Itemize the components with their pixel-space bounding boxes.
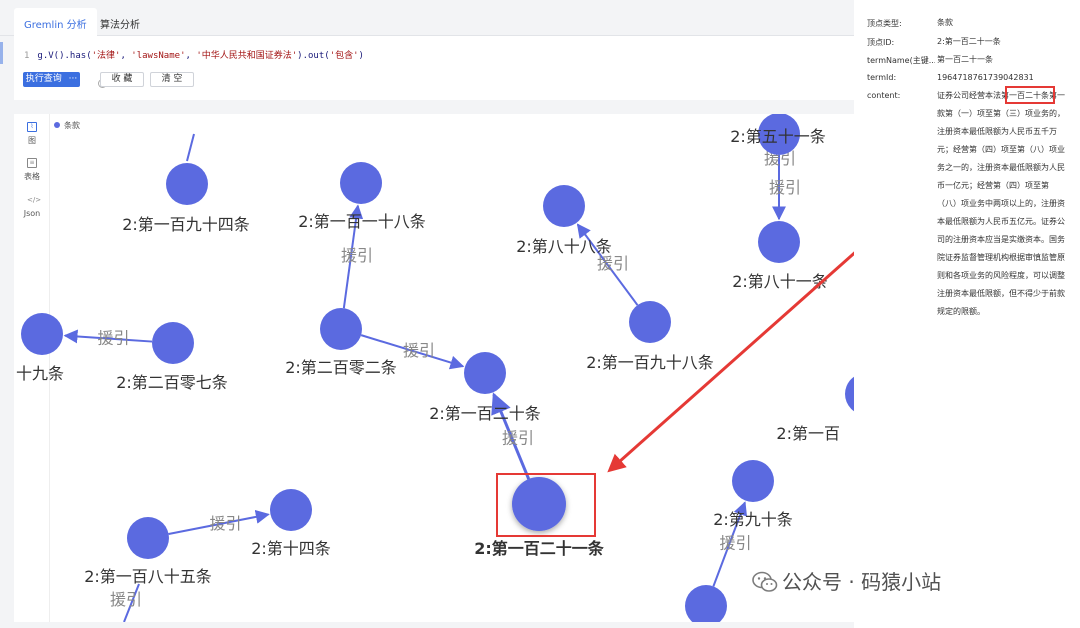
- graph-edge[interactable]: [186, 133, 195, 162]
- detail-label: termId:: [867, 73, 897, 82]
- node-label: 2:第一百八十五条: [84, 567, 212, 586]
- query-editor[interactable]: 1 g.V().has('法律', 'lawsName', '中华人民共和国证券法…: [24, 48, 364, 61]
- detail-value: 第一百二十一条: [937, 55, 993, 64]
- tab-algorithm[interactable]: 算法分析: [90, 8, 150, 36]
- edge-label: 援引: [403, 341, 435, 360]
- query-editor-card: 1 g.V().has('法律', 'lawsName', '中华人民共和国证券法…: [14, 36, 854, 100]
- graph-node-n120[interactable]: [464, 352, 506, 394]
- query-token: ).out(: [297, 51, 330, 61]
- content-highlight-box: [1005, 86, 1055, 104]
- query-token: 'lawsName': [131, 51, 186, 61]
- graph-node-n202[interactable]: [320, 308, 362, 350]
- watermark-text: 公众号 · 码猿小站: [782, 570, 942, 594]
- node-label: 2:第一百二十条: [429, 404, 541, 423]
- run-query-more-icon[interactable]: ···: [69, 74, 78, 84]
- left-strip: [0, 36, 14, 104]
- query-token: ): [358, 51, 364, 61]
- node-label: 2:第一百二十一条: [474, 539, 605, 558]
- watermark: 公众号 · 码猿小站: [752, 566, 941, 595]
- graph-node-n185[interactable]: [127, 517, 169, 559]
- tab-bar: Gremlin 分析 算法分析: [0, 0, 854, 36]
- graph-node-n121[interactable]: [512, 477, 566, 531]
- graph-node-n118[interactable]: [340, 162, 382, 204]
- graph-node-n207[interactable]: [152, 322, 194, 364]
- node-label: 2:第八十一条: [732, 272, 828, 291]
- detail-content: 证券公司经营本法第一百二十条第一款第（一）项至第（三）项业务的，注册资本最低限额…: [937, 91, 1065, 316]
- edge-label: 援引: [97, 329, 129, 348]
- graph-node-n81[interactable]: [758, 221, 800, 263]
- graph-node-n198[interactable]: [629, 301, 671, 343]
- edge-label: 援引: [209, 514, 241, 533]
- node-label: 2:第十四条: [251, 539, 331, 558]
- node-label: 2:第八十八条: [516, 237, 612, 256]
- node-label: 十九条: [16, 364, 64, 383]
- graph-node-n194[interactable]: [166, 163, 208, 205]
- edge-label: 援引: [719, 534, 751, 553]
- query-token: '中华人民共和国证券法': [196, 51, 298, 61]
- node-label: 2:第一百九十八条: [586, 353, 714, 372]
- graph-node-n90[interactable]: [732, 460, 774, 502]
- node-label: 2:第二百零二条: [285, 358, 397, 377]
- detail-value: 2:第一百二十一条: [937, 37, 1001, 46]
- run-query-label: 执行查询: [25, 74, 62, 84]
- graph-panel: ⌇ 图 ≡ 表格 </> Json 条款 援引 援引 援引 援引 援引 援引 援引 援引 援引援…: [14, 114, 854, 622]
- node-label: 2:第九十条: [713, 510, 793, 529]
- collect-button[interactable]: 收 藏: [100, 72, 144, 87]
- edge-label: 援引: [502, 429, 534, 448]
- edge-label: 援引: [597, 254, 629, 273]
- wechat-icon: [752, 571, 778, 592]
- node-label: 2:第二百零七条: [116, 373, 228, 392]
- edge-label: 援引: [110, 590, 142, 609]
- node-label: 2:第一百九十四条: [122, 215, 250, 234]
- tab-gremlin[interactable]: Gremlin 分析: [14, 8, 97, 36]
- left-strip-marker: [0, 42, 3, 64]
- line-number: 1: [24, 51, 30, 61]
- query-token: ,: [120, 51, 132, 61]
- vertex-detail-panel: 顶点类型: 条款 顶点ID: 2:第一百二十一条 termName(主键... …: [854, 0, 1080, 628]
- graph-node-n14[interactable]: [270, 489, 312, 531]
- detail-label: content:: [867, 91, 901, 100]
- graph-node-n19[interactable]: [21, 313, 63, 355]
- edge-label: 援引: [341, 246, 373, 265]
- detail-value: 条款: [937, 18, 953, 27]
- run-query-button[interactable]: 执行查询 ···: [23, 72, 80, 87]
- detail-label: 顶点类型:: [867, 19, 902, 28]
- graph-canvas[interactable]: 援引援引援引援引援引援引援引援引援引援引2:第一百九十四条 2:第一百一十八条2:…: [14, 114, 854, 622]
- clear-button[interactable]: 清 空: [150, 72, 194, 87]
- graph-node-n88[interactable]: [543, 185, 585, 227]
- node-label: 2:第一百一十八条: [298, 212, 426, 231]
- query-token: '包含': [329, 51, 359, 61]
- query-token: g.V().has(: [37, 51, 92, 61]
- query-code: g.V().has('法律', 'lawsName', '中华人民共和国证券法'…: [37, 51, 364, 61]
- graph-node-nright[interactable]: [845, 373, 854, 415]
- detail-label: 顶点ID:: [867, 38, 895, 47]
- graph-node-nbottom[interactable]: [685, 585, 727, 622]
- node-label: 2:第五十一条: [730, 127, 826, 146]
- edge-label: 援引: [769, 178, 801, 197]
- detail-value: 1964718761739042831: [937, 73, 1034, 82]
- detail-label: termName(主键...: [867, 56, 935, 65]
- query-token: '法律': [91, 51, 121, 61]
- query-token: ,: [185, 51, 197, 61]
- node-label: 2:第一百: [776, 424, 840, 443]
